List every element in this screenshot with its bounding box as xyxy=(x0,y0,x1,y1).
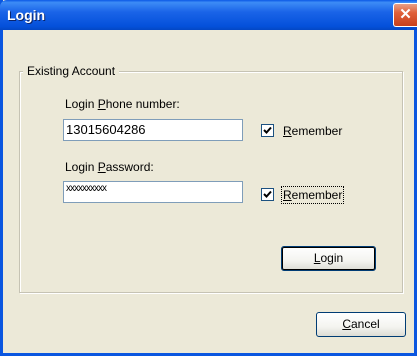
window-title: Login xyxy=(7,7,46,23)
phone-input[interactable]: 13015604286 xyxy=(63,119,243,141)
close-icon: ✕ xyxy=(399,6,412,23)
phone-remember-checkbox[interactable] xyxy=(261,124,274,137)
checkmark-icon xyxy=(263,190,272,198)
cancel-button[interactable]: Cancel xyxy=(316,312,406,337)
password-remember-label[interactable]: Remember xyxy=(280,186,345,204)
password-remember-checkbox[interactable] xyxy=(261,188,274,201)
group-legend: Existing Account xyxy=(23,64,120,78)
password-label: Login Password: xyxy=(65,160,154,174)
title-bar[interactable]: Login ✕ xyxy=(0,0,417,30)
close-button[interactable]: ✕ xyxy=(393,3,417,27)
login-button[interactable]: Login xyxy=(281,246,376,271)
phone-label: Login Phone number: xyxy=(65,97,180,111)
phone-remember-label[interactable]: Remember xyxy=(283,124,342,138)
checkmark-icon xyxy=(263,126,272,134)
password-input[interactable]: xxxxxxxxxx xyxy=(63,181,243,203)
